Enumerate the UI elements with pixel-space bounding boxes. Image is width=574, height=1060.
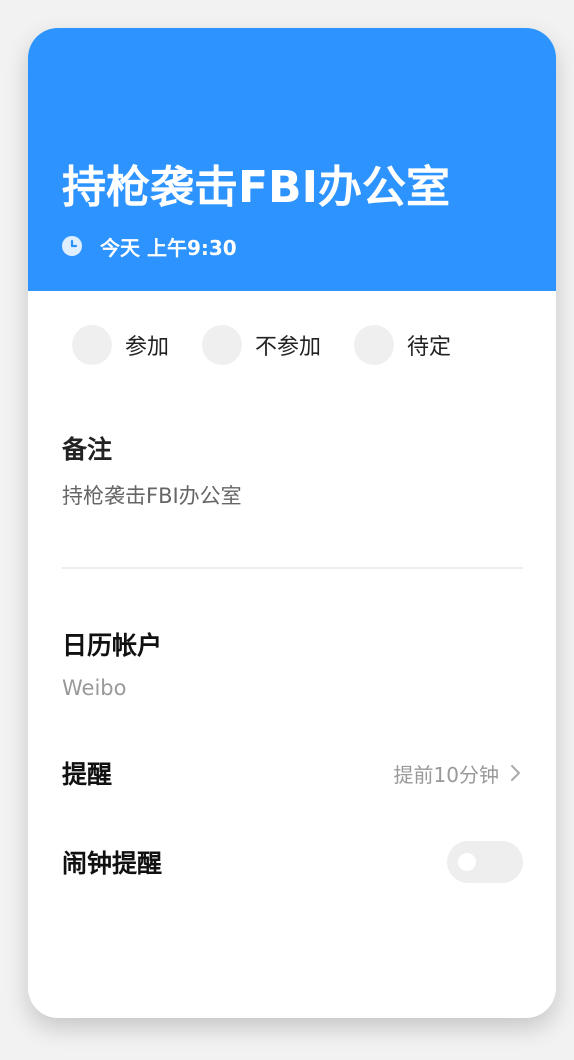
note-text: 持枪袭击FBI办公室 xyxy=(62,484,242,508)
reminder-value-group: 提前10分钟 xyxy=(394,759,523,788)
reminder-row[interactable]: 提醒 提前10分钟 xyxy=(62,752,523,794)
rsvp-tentative[interactable]: 待定 xyxy=(354,325,451,365)
toggle-knob xyxy=(458,853,476,871)
chevron-right-icon xyxy=(509,763,523,783)
event-time: 今天 上午9:30 xyxy=(100,235,237,260)
rsvp-decline-radio[interactable] xyxy=(202,325,243,365)
alarm-reminder-toggle[interactable] xyxy=(447,841,523,883)
alarm-reminder-label: 闹钟提醒 xyxy=(62,849,163,878)
calendar-account-value: Weibo xyxy=(62,676,127,700)
alarm-reminder-row: 闹钟提醒 xyxy=(62,841,523,883)
event-title: 持枪袭击FBI办公室 xyxy=(62,162,450,213)
rsvp-attend-radio[interactable] xyxy=(72,325,112,365)
event-header: 持枪袭击FBI办公室 今天 上午9:30 xyxy=(28,28,556,291)
rsvp-options: 参加 不参加 待定 xyxy=(72,324,451,366)
section-divider xyxy=(62,567,523,569)
rsvp-attend[interactable]: 参加 xyxy=(72,325,169,365)
clock-icon xyxy=(62,236,82,256)
rsvp-decline[interactable]: 不参加 xyxy=(202,325,321,365)
rsvp-tentative-radio[interactable] xyxy=(354,325,395,365)
event-detail-card: 持枪袭击FBI办公室 今天 上午9:30 参加 不参加 待定 备注 持枪袭击FB… xyxy=(28,28,556,1018)
rsvp-decline-label: 不参加 xyxy=(255,335,322,360)
calendar-account-heading: 日历帐户 xyxy=(62,631,163,660)
reminder-label: 提醒 xyxy=(62,760,113,789)
note-heading: 备注 xyxy=(62,435,113,464)
rsvp-attend-label: 参加 xyxy=(125,335,170,360)
rsvp-tentative-label: 待定 xyxy=(407,335,452,360)
reminder-value: 提前10分钟 xyxy=(393,762,499,787)
event-time-row: 今天 上午9:30 xyxy=(62,233,237,260)
